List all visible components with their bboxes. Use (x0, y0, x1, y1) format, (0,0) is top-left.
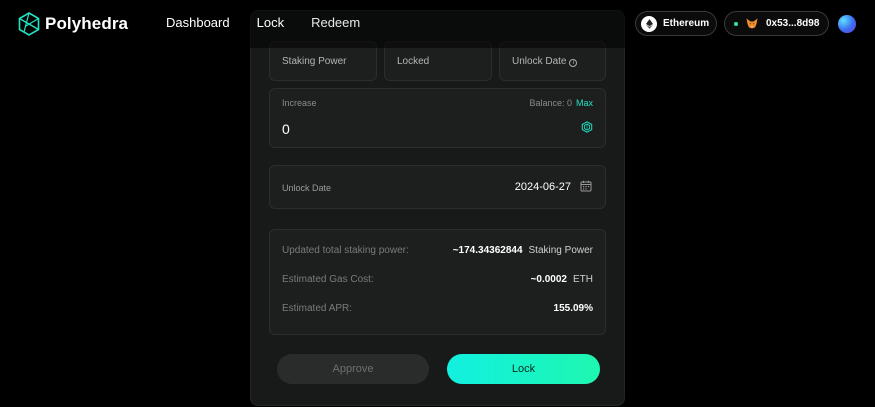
balance-info: Balance: 0 Max (529, 98, 593, 108)
unlock-date-value[interactable]: 2024-06-27 (515, 181, 571, 193)
wallet-button[interactable]: 0x53...8d98 (724, 11, 829, 36)
summary-row-apr: Estimated APR: 155.09% (282, 303, 593, 317)
increase-box: Increase Balance: 0 Max (269, 88, 606, 148)
info-icon[interactable]: i (569, 59, 578, 67)
summary-staking-unit: Staking Power (528, 245, 593, 256)
max-button[interactable]: Max (576, 98, 593, 108)
summary-staking-value-wrap: ~174.34362844 Staking Power (453, 245, 593, 256)
unlock-date-box[interactable]: Unlock Date 2024-06-27 (269, 165, 606, 209)
avatar[interactable] (838, 15, 856, 33)
network-selector[interactable]: Ethereum (635, 11, 717, 36)
top-navbar: Polyhedra Dashboard Lock Redeem Ethereum… (0, 0, 875, 48)
connected-dot-icon (734, 21, 738, 26)
summary-staking-value: ~174.34362844 (452, 245, 523, 256)
unlock-date-card-label: Unlock Date (512, 56, 567, 67)
nav-redeem[interactable]: Redeem (311, 15, 360, 30)
nav-lock[interactable]: Lock (257, 15, 284, 30)
wallet-address: 0x53...8d98 (766, 18, 820, 29)
summary-row-staking: Updated total staking power: ~174.343628… (282, 245, 593, 259)
summary-apr-label: Estimated APR: (282, 303, 353, 314)
summary-staking-label: Updated total staking power: (282, 245, 409, 256)
summary-gas-value-wrap: ~0.0002 ETH (531, 274, 593, 285)
main-nav: Dashboard Lock Redeem (166, 15, 387, 30)
locked-label: Locked (397, 56, 430, 67)
summary-apr-value: 155.09% (553, 303, 593, 314)
summary-box: Updated total staking power: ~174.343628… (269, 229, 606, 335)
nav-dashboard[interactable]: Dashboard (166, 15, 230, 30)
summary-gas-value: ~0.0002 (530, 274, 567, 285)
summary-gas-unit: ETH (573, 274, 593, 285)
approve-button[interactable]: Approve (277, 354, 429, 384)
token-icon (581, 121, 593, 133)
lock-panel: Staking Power Locked Unlock Date i Increa… (250, 10, 625, 406)
network-name: Ethereum (663, 18, 710, 29)
ethereum-icon (641, 15, 657, 32)
brand-logo[interactable]: Polyhedra (18, 11, 128, 37)
increase-input[interactable] (282, 119, 532, 139)
calendar-icon[interactable] (580, 180, 592, 192)
summary-row-gas: Estimated Gas Cost: ~0.0002 ETH (282, 274, 593, 288)
balance-text: Balance: 0 (529, 98, 572, 108)
increase-label: Increase (282, 98, 317, 108)
metamask-fox-icon (746, 18, 758, 29)
polyhedra-logo-icon (18, 12, 40, 36)
brand-name: Polyhedra (45, 14, 129, 33)
unlock-date-label: Unlock Date (282, 183, 332, 193)
staking-power-label: Staking Power (282, 56, 347, 67)
unlock-date-card-label-wrap: Unlock Date i (512, 56, 578, 67)
summary-gas-label: Estimated Gas Cost: (282, 274, 374, 285)
lock-button[interactable]: Lock (447, 354, 600, 384)
